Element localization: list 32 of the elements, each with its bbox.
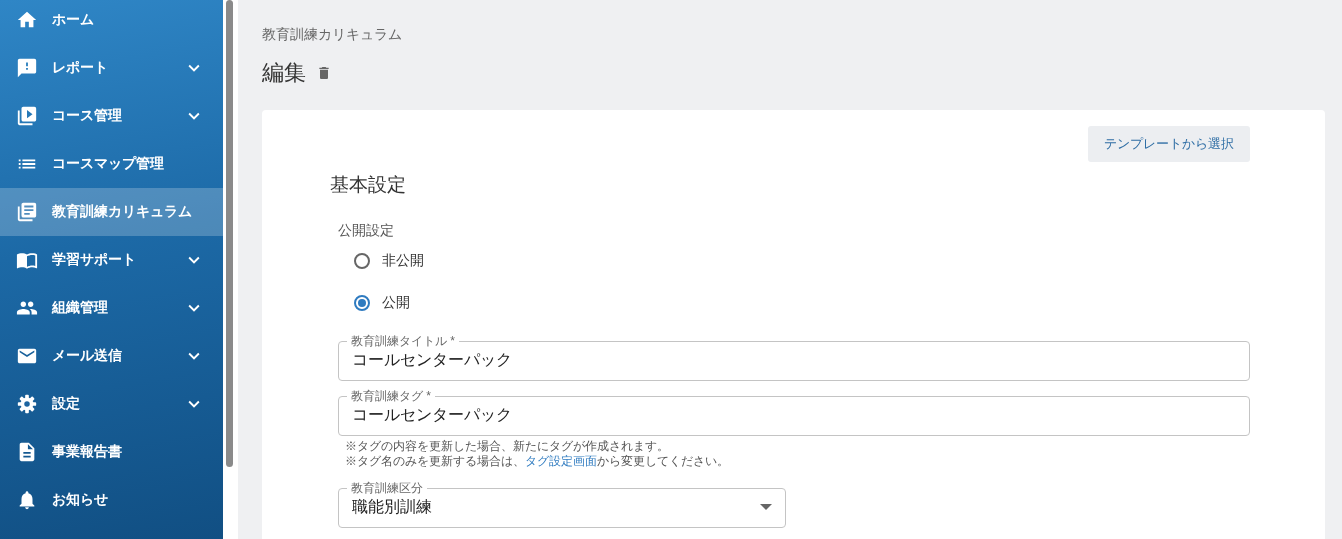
library-icon (16, 201, 38, 223)
template-button[interactable]: テンプレートから選択 (1088, 126, 1250, 162)
sidebar-item[interactable]: 学習サポート (0, 236, 223, 284)
sidebar-item[interactable]: お知らせ (0, 476, 223, 524)
radio-button[interactable] (354, 295, 370, 311)
dropdown-caret-icon (760, 504, 772, 510)
settings-link[interactable]: タグ設定画面 (525, 454, 597, 468)
select-field[interactable]: 教育訓練区分 職能別訓練 (338, 481, 786, 528)
breadcrumb: 教育訓練カリキュラム (262, 26, 403, 44)
input-field[interactable]: 教育訓練タイトル * コールセンターパック (338, 334, 1250, 381)
feedback-icon (16, 57, 38, 79)
radio-option[interactable]: 非公開 (338, 240, 1250, 282)
section-title: 基本設定 (330, 173, 407, 197)
help-text: ※タグ名のみを更新する場合は、タグ設定画面から変更してください。 (345, 454, 730, 469)
sidebar-item[interactable]: メール送信 (0, 332, 223, 380)
sidebar-item[interactable]: コースマップ管理 (0, 140, 223, 188)
play-library-icon (16, 105, 38, 127)
trash-icon[interactable] (316, 65, 332, 81)
radio-option[interactable]: 公開 (338, 282, 1250, 324)
sidebar-item[interactable]: ホーム (0, 0, 223, 44)
sidebar-item[interactable]: 組織管理 (0, 284, 223, 332)
sidebar-item[interactable]: レポート (0, 44, 223, 92)
gear-icon (16, 393, 38, 415)
field-label: 公開設定 (338, 222, 395, 240)
sidebar-item[interactable]: 事業報告書 (0, 428, 223, 476)
input-field[interactable]: 教育訓練タグ * コールセンターパック (338, 389, 1250, 436)
sidebar-item[interactable]: 設定 (0, 380, 223, 428)
help-text: ※タグの内容を更新した場合、新たにタグが作成されます。 (345, 439, 670, 454)
sidebar-item[interactable]: 教育訓練カリキュラム (0, 188, 223, 236)
sidebar-item[interactable]: コース管理 (0, 92, 223, 140)
radio-button[interactable] (354, 253, 370, 269)
page-title: 編集 (262, 59, 306, 87)
